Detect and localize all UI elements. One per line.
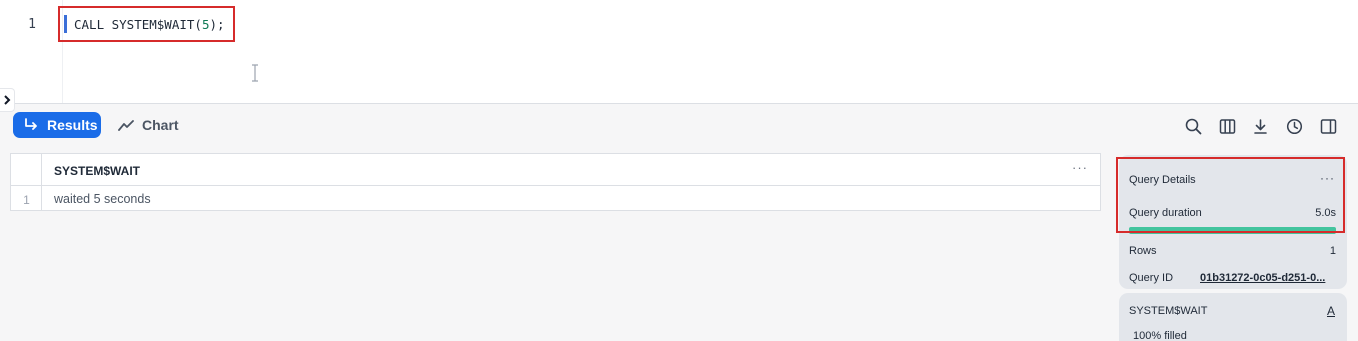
column-stats-title: SYSTEM$WAIT [1129,305,1208,317]
query-details-highlight-box [1116,157,1345,233]
query-id-label: Query ID [1129,272,1174,284]
rows-label: Rows [1129,245,1157,257]
filled-percentage: 100% filled [1133,330,1187,341]
expand-sidebar-button[interactable] [0,88,15,112]
code-line[interactable]: CALL SYSTEM$WAIT(5); [74,17,225,32]
active-line-indicator [64,15,67,33]
column-header[interactable]: SYSTEM$WAIT [54,164,140,178]
row-number: 1 [23,193,30,207]
download-icon[interactable] [1251,117,1269,135]
search-icon[interactable] [1184,117,1202,135]
code-prefix: CALL SYSTEM$WAIT( [74,17,202,32]
chart-tab-button[interactable]: Chart [118,112,179,138]
split-panel-icon[interactable] [1319,117,1337,135]
line-chart-icon [118,120,134,131]
history-icon[interactable] [1285,117,1303,135]
chevron-right-icon [4,95,11,105]
column-menu-button[interactable]: ··· [1072,160,1088,175]
text-cursor-icon [252,64,258,82]
grid-header [11,154,1100,186]
code-suffix: ); [209,17,225,32]
results-grid: SYSTEM$WAIT ··· 1 waited 5 seconds [10,153,1101,211]
results-toolbar: Results Chart [0,103,1358,145]
results-tab-button[interactable]: Results [13,112,101,138]
chart-label: Chart [142,117,179,133]
columns-icon[interactable] [1218,117,1236,135]
query-id-link[interactable]: 01b31272-0c05-d251-0... [1200,272,1337,284]
rows-value: 1 [1329,245,1336,257]
return-arrow-icon [25,118,37,130]
table-cell[interactable]: waited 5 seconds [54,192,151,206]
column-stats-card: SYSTEM$WAIT A 100% filled [1119,293,1347,341]
line-number: 1 [28,17,36,32]
text-type-icon: A [1326,304,1335,318]
results-label: Results [47,117,98,133]
sql-editor[interactable]: 1 CALL SYSTEM$WAIT(5); [0,0,1358,103]
